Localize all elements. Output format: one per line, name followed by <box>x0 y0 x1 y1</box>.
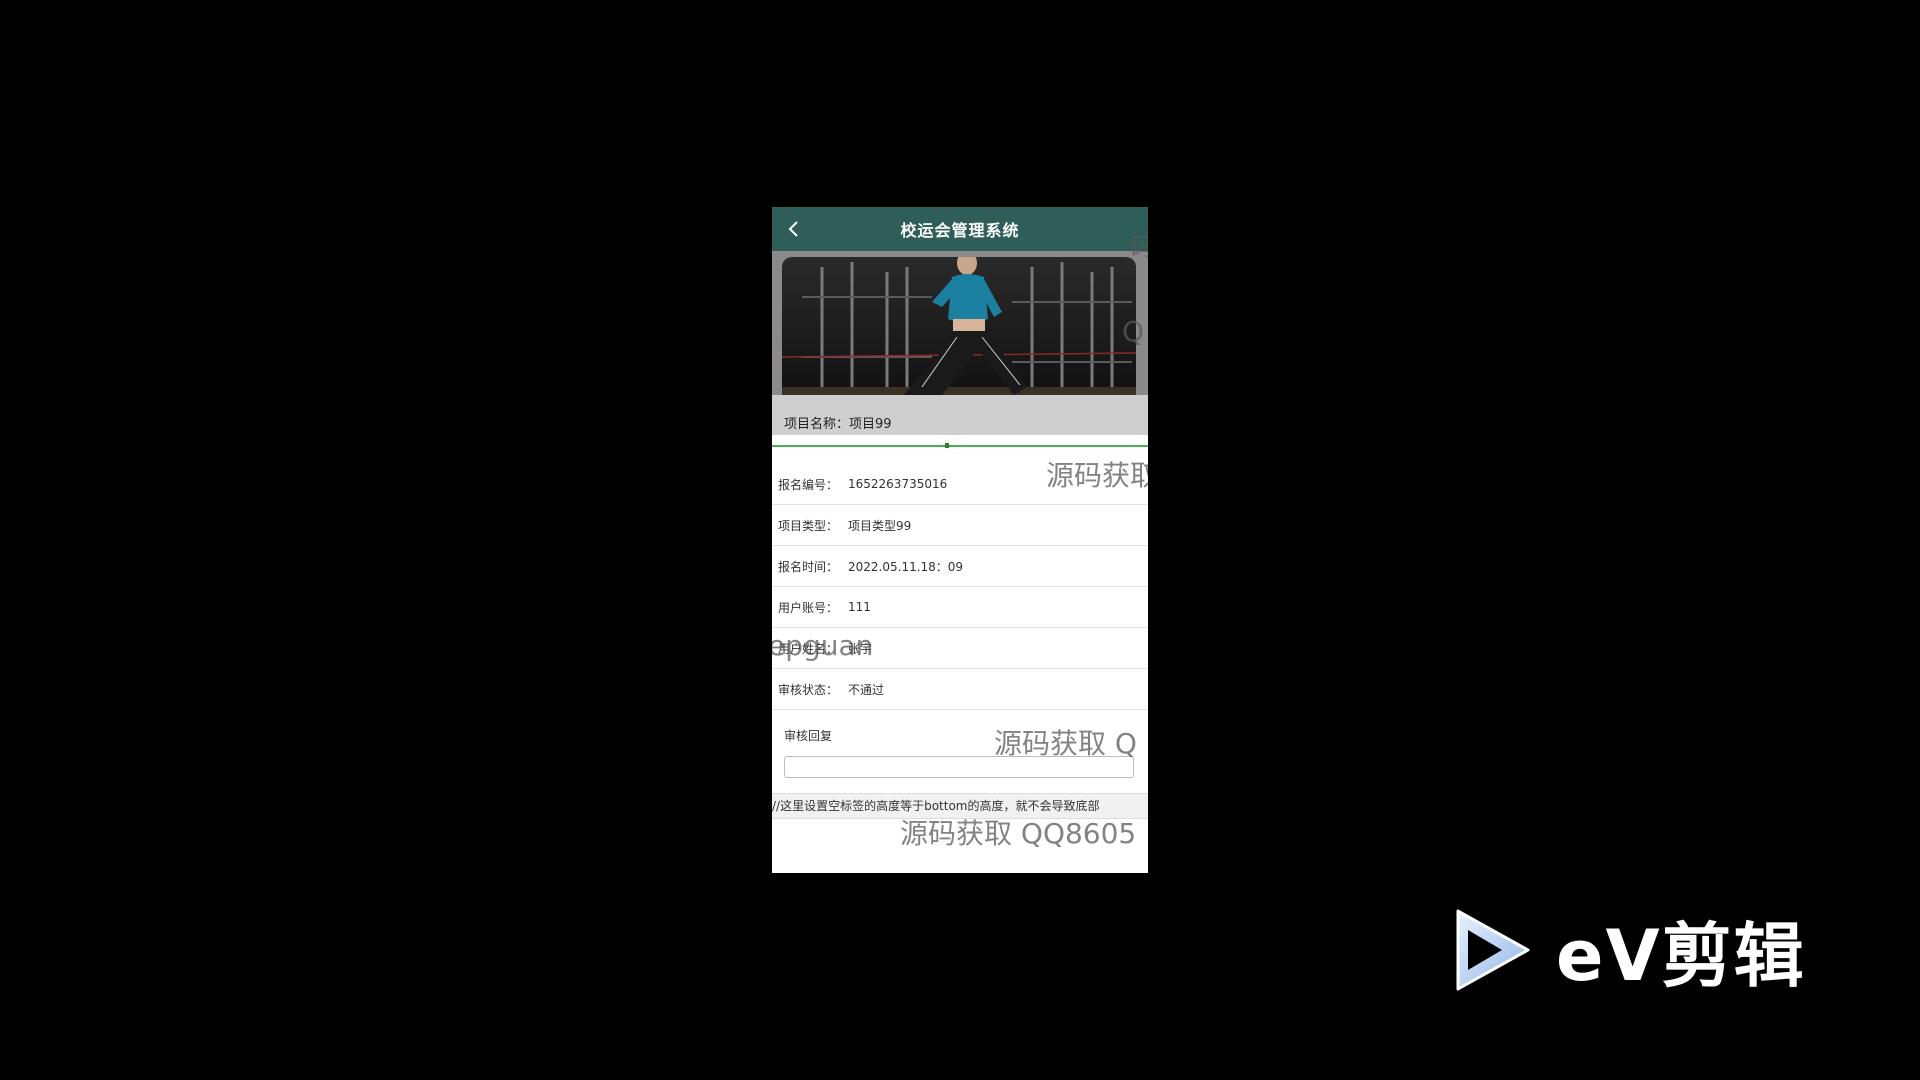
back-button[interactable] <box>780 215 808 243</box>
field-value: 1652263735016 <box>848 477 948 491</box>
project-name-label: 项目名称： <box>784 417 850 432</box>
field-label: 报名时间： <box>778 559 839 574</box>
field-label: 审核状态： <box>778 682 839 697</box>
field-value: 项目类型99 <box>848 518 912 533</box>
back-arrow-icon <box>788 221 798 237</box>
detail-row-review-status: 审核状态： 不通过 <box>772 669 1148 710</box>
field-value: 2022.05.11.18：09 <box>848 559 964 574</box>
project-name-value: 项目99 <box>849 417 892 432</box>
review-reply-input[interactable] <box>784 756 1134 778</box>
app-header: 校运会管理系统 <box>772 207 1148 251</box>
field-value: 不通过 <box>848 682 885 697</box>
progress-line <box>772 445 1148 447</box>
page-title: 校运会管理系统 <box>900 221 1020 240</box>
mobile-screen: 校运会管理系统 项目名称：项目99 报名编号： 1652263735016 项目… <box>772 207 1148 873</box>
field-label: 项目类型： <box>778 518 839 533</box>
project-name-band: 项目名称：项目99 <box>772 395 1148 435</box>
detail-list: 报名编号： 1652263735016 项目类型： 项目类型99 报名时间： 2… <box>772 464 1148 710</box>
logo-text: eV剪辑 <box>1556 914 1806 997</box>
comment-text: //这里设置空标签的高度等于bottom的高度，就不会导致底部 <box>772 793 1148 819</box>
field-label: 用户姓名： <box>778 641 839 656</box>
detail-row-project-type: 项目类型： 项目类型99 <box>772 505 1148 546</box>
play-logo-icon <box>1456 909 1530 991</box>
field-value: 张宇 <box>848 641 873 656</box>
banner-image <box>782 257 1136 407</box>
detail-row-user-name: 用户姓名： 张宇 <box>772 628 1148 669</box>
ev-editor-logo: eV剪辑 <box>1450 905 1820 997</box>
field-label: 用户账号： <box>778 600 839 615</box>
detail-row-user-account: 用户账号： 111 <box>772 587 1148 628</box>
detail-row-registration-time: 报名时间： 2022.05.11.18：09 <box>772 546 1148 587</box>
field-value: 111 <box>848 600 871 614</box>
detail-row-registration-no: 报名编号： 1652263735016 <box>772 464 1148 505</box>
review-reply-label: 审核回复 <box>784 729 833 743</box>
field-label: 报名编号： <box>778 477 839 492</box>
progress-indicator <box>945 443 949 448</box>
